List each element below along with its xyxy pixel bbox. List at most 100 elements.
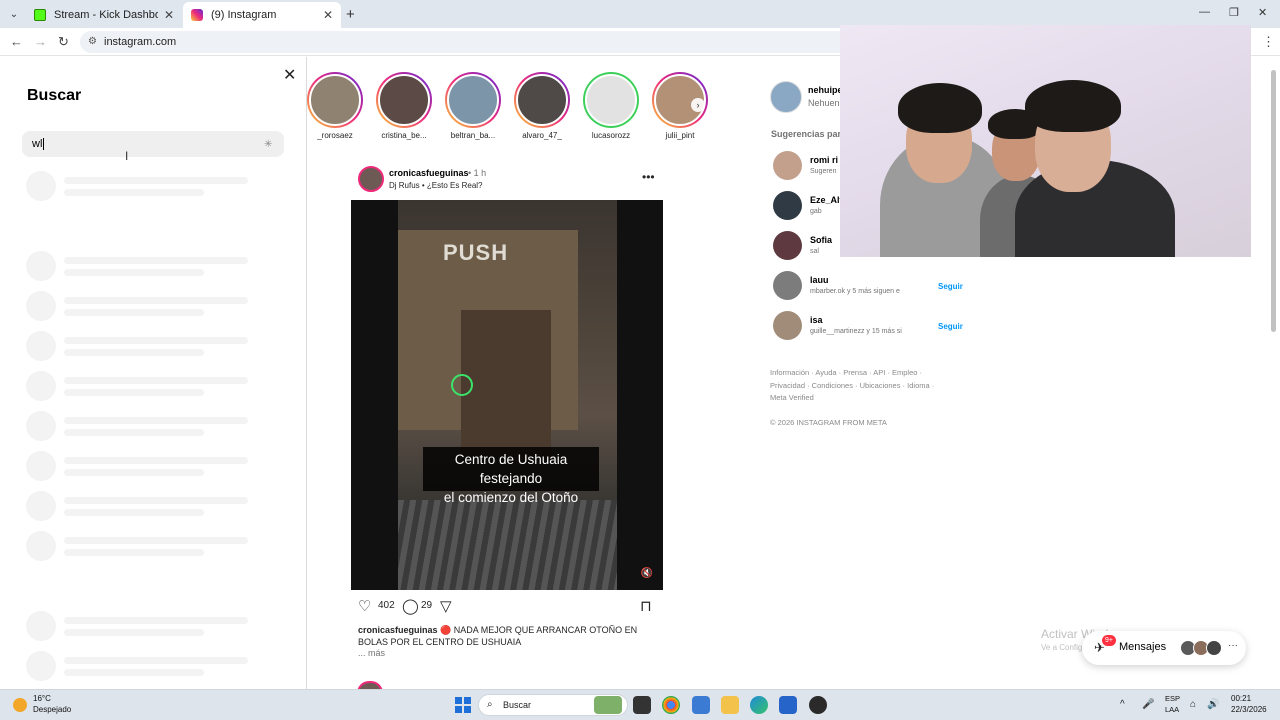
avatar[interactable] (773, 231, 802, 260)
avatar[interactable] (770, 81, 802, 113)
scrollbar[interactable] (1270, 62, 1276, 682)
mute-icon[interactable]: 🔇 (639, 566, 655, 582)
close-window-icon[interactable]: ✕ (1258, 6, 1267, 19)
file-explorer-icon[interactable] (721, 696, 739, 714)
post-video[interactable]: PUSH Centro de Ushuaia festejando el com… (351, 200, 663, 590)
post-audio[interactable]: Dj Rufus • ¿Esto Es Real? (389, 181, 483, 190)
edge-icon[interactable] (750, 696, 768, 714)
person-hair (898, 83, 982, 133)
post-time: 1 h (473, 168, 487, 178)
tab-search-icon[interactable]: ⌄ (6, 6, 22, 22)
avatar[interactable] (773, 311, 802, 340)
loading-placeholder-row (26, 331, 256, 361)
stories-next-chevron-icon[interactable]: › (691, 98, 705, 112)
taskbar-search-placeholder: Buscar (503, 700, 532, 710)
task-view-icon[interactable] (633, 696, 651, 714)
story-item[interactable]: cristina_be... (372, 72, 436, 140)
loading-placeholder-row (26, 371, 256, 401)
multicolor-app-icon[interactable] (692, 696, 710, 714)
tab-kick-dashboard[interactable]: Stream - Kick Dashboard ✕ (26, 2, 182, 28)
post-actions: ♡ 402 ◯ 29 ▽ ⊓ (358, 597, 658, 617)
story-item[interactable]: _rorosaez (303, 72, 367, 140)
story-username: julii_pint (665, 131, 695, 140)
avatar[interactable] (358, 166, 384, 192)
app-icon[interactable] (809, 696, 827, 714)
minimize-icon[interactable]: — (1199, 6, 1210, 18)
follow-button[interactable]: Seguir (938, 322, 963, 331)
post-timestamp: • 1 h (468, 168, 487, 178)
more-options-icon[interactable]: ••• (642, 170, 655, 184)
weather-icon[interactable] (13, 698, 27, 712)
site-info-icon[interactable]: ⚙ (88, 31, 97, 53)
comment-count: 29 (421, 600, 433, 611)
story-username: cristina_be... (381, 131, 427, 140)
suggestion-subtitle: gab (810, 208, 822, 215)
suggestion-username[interactable]: romi ri (810, 155, 838, 165)
suggestion-username[interactable]: Eze_Alf (810, 195, 843, 205)
suggestion-username[interactable]: isa (810, 315, 823, 325)
browser-menu-icon[interactable]: ⋮ (1262, 34, 1275, 50)
post-caption: cronicasfueguinas 🔴 NADA MEJOR QUE ARRAN… (358, 624, 648, 648)
video-ground (398, 500, 617, 590)
messages-button[interactable]: ✈ 9+ Mensajes ··· (1082, 631, 1246, 665)
post-username[interactable]: cronicasfueguinas (389, 168, 469, 178)
search-panel: Buscar ✕ wl ✳ I (0, 57, 307, 689)
suggestion-username[interactable]: Sofia (810, 235, 832, 245)
more-link[interactable]: ... más (358, 648, 385, 658)
browser-tab-bar: ⌄ Stream - Kick Dashboard ✕ (9) Instagra… (0, 0, 1280, 28)
suggestion-username[interactable]: lauu (810, 275, 829, 285)
suggestion-item: lauu mbarber.ok y 5 más siguen e Seguir (773, 271, 973, 301)
current-username[interactable]: nehuipe (808, 85, 843, 95)
start-button-icon[interactable] (455, 697, 471, 713)
like-icon[interactable]: ♡ (358, 597, 371, 615)
search-input[interactable]: wl (22, 131, 284, 157)
close-tab-icon[interactable]: ✕ (323, 8, 333, 22)
story-item[interactable]: alvaro_47_ (510, 72, 574, 140)
store-icon[interactable] (779, 696, 797, 714)
volume-icon[interactable]: 🔊 (1207, 699, 1219, 710)
avatar[interactable] (773, 271, 802, 300)
language-indicator[interactable]: ESP (1165, 694, 1180, 703)
loading-placeholder-row (26, 291, 256, 321)
search-title: Buscar (27, 87, 82, 104)
weather-temp: 16°C (33, 694, 51, 703)
like-count: 402 (378, 600, 395, 611)
share-icon[interactable]: ▽ (440, 597, 452, 615)
loading-placeholder-row (26, 651, 256, 681)
back-icon[interactable]: ← (10, 34, 23, 49)
scrollbar-thumb[interactable] (1271, 70, 1276, 332)
story-username: alvaro_47_ (522, 131, 562, 140)
tray-chevron-icon[interactable]: ^ (1120, 699, 1125, 710)
loading-spinner-icon: ✳ (264, 139, 273, 150)
webcam-overlay (840, 25, 1251, 257)
follow-button[interactable]: Seguir (938, 282, 963, 291)
avatar[interactable] (773, 151, 802, 180)
forward-icon[interactable]: → (34, 34, 47, 49)
video-door (461, 310, 551, 460)
close-icon[interactable]: ✕ (283, 65, 296, 85)
avatar[interactable] (773, 191, 802, 220)
reload-icon[interactable]: ↻ (58, 34, 69, 50)
new-tab-button[interactable]: + (346, 6, 355, 23)
clock-time[interactable]: 00:21 (1231, 694, 1251, 703)
microphone-icon[interactable]: 🎤 (1142, 699, 1154, 710)
network-icon[interactable]: ⌂ (1190, 699, 1196, 710)
story-item[interactable]: lucasorozz (579, 72, 643, 140)
caption-username[interactable]: cronicasfueguinas (358, 625, 438, 635)
text-caret (43, 138, 45, 150)
suggestion-subtitle: guille__martinezz y 15 más si (810, 328, 902, 335)
close-tab-icon[interactable]: ✕ (164, 8, 174, 22)
person-hair (1025, 80, 1121, 132)
loading-placeholder-row (26, 411, 256, 441)
video-caption: Centro de Ushuaia festejando el comienzo… (423, 447, 599, 505)
loading-placeholder-row (26, 491, 256, 521)
chrome-icon[interactable] (662, 696, 680, 714)
comment-icon[interactable]: ◯ (402, 597, 419, 615)
footer-links[interactable]: Información · Ayuda · Prensa · API · Emp… (770, 367, 945, 405)
save-icon[interactable]: ⊓ (640, 597, 652, 615)
search-highlight-icon[interactable] (594, 696, 622, 714)
story-item[interactable]: beltran_ba... (441, 72, 505, 140)
tab-instagram[interactable]: (9) Instagram ✕ (183, 2, 341, 28)
taskbar: 16°C Despejado ⌕ Buscar ^ 🎤 ESP LAA ⌂ 🔊 0… (0, 689, 1280, 720)
maximize-icon[interactable]: ❐ (1229, 6, 1239, 19)
